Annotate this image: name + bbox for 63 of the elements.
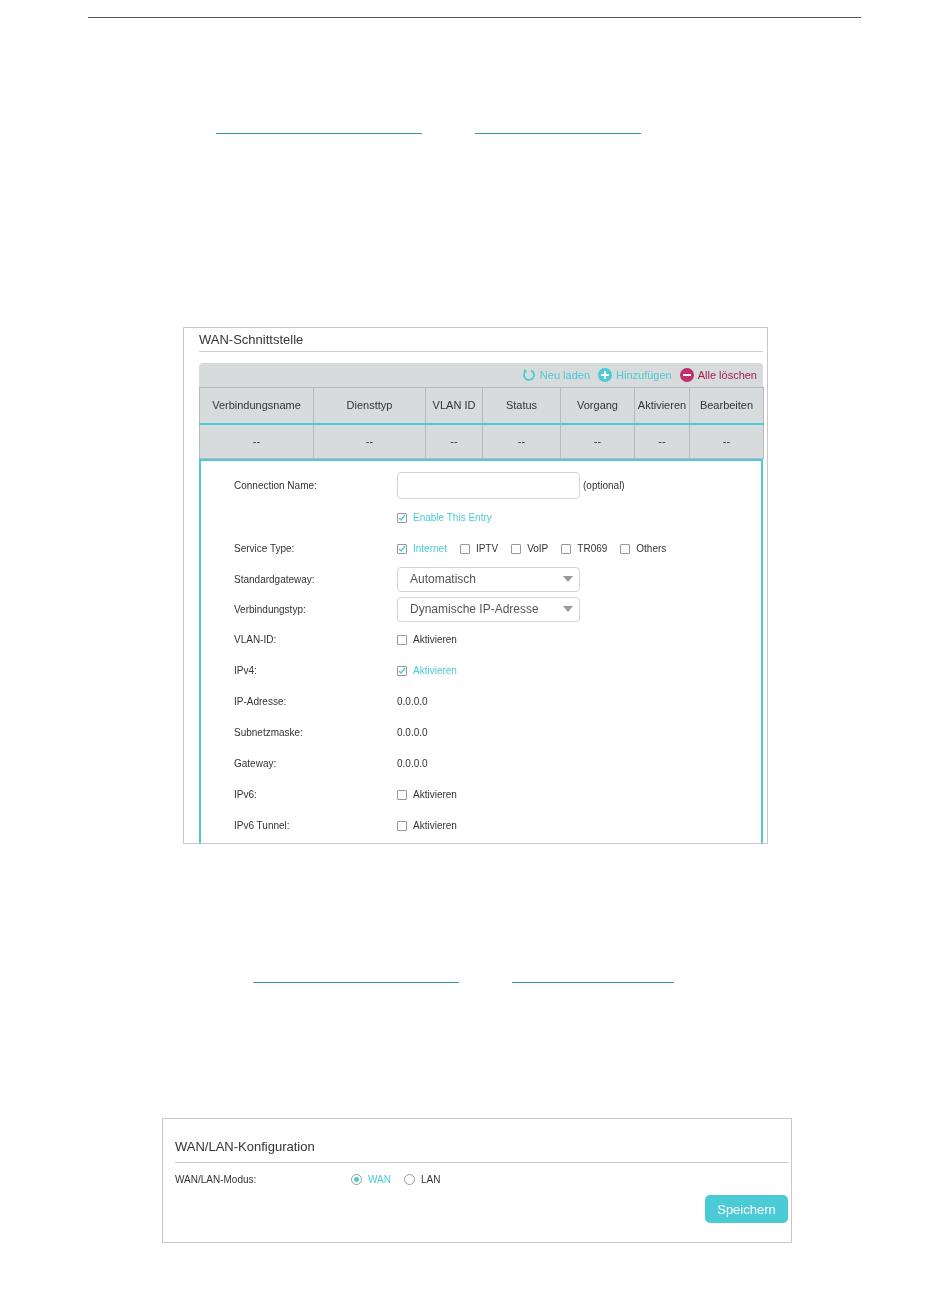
checkbox-label: Enable This Entry	[413, 512, 492, 523]
checkbox[interactable]	[397, 634, 407, 645]
field-value: 0.0.0.0	[397, 758, 428, 769]
column-header: Status	[482, 387, 561, 424]
delete-button[interactable]: Alle löschen	[679, 368, 757, 382]
table-cell: --	[313, 423, 426, 459]
field-label: Verbindungstyp:	[234, 603, 307, 615]
panel-title: WAN-Schnittstelle	[199, 328, 763, 352]
checkbox-label: VoIP	[527, 543, 549, 554]
column-header: Vorgang	[560, 387, 635, 424]
table-cell: --	[482, 423, 561, 459]
checkbox[interactable]	[397, 512, 407, 523]
table-cell: --	[425, 423, 483, 459]
field-label: WAN/LAN-Modus:	[175, 1173, 258, 1185]
checkbox-label: Internet	[413, 543, 447, 554]
field-value: 0.0.0.0	[397, 696, 428, 707]
field-value: 0.0.0.0	[397, 727, 428, 738]
radio-label: LAN	[420, 1173, 441, 1185]
checkbox-label: Others	[636, 543, 667, 554]
panel-title: WAN/LAN-Konfiguration	[175, 1135, 789, 1163]
column-header: Bearbeiten	[689, 387, 764, 424]
table-cell: --	[199, 423, 314, 459]
dropdown[interactable]: Automatisch	[397, 566, 580, 592]
dropdown[interactable]: Dynamische IP-Adresse	[397, 596, 580, 622]
checkbox-label: Aktivieren	[413, 665, 457, 676]
column-header: VLAN ID	[425, 387, 483, 424]
column-header: Diensttyp	[313, 387, 426, 424]
caret-icon	[563, 606, 573, 612]
field-label: Gateway:	[234, 758, 278, 769]
field-label: Subnetzmaske:	[234, 727, 304, 738]
minus-icon	[679, 368, 694, 382]
connection-name-field[interactable]	[397, 472, 580, 499]
column-header: Aktivieren	[634, 387, 690, 424]
column-header: Verbindungsname	[199, 387, 314, 424]
checkbox[interactable]	[397, 820, 407, 831]
field-label: Standardgateway:	[234, 573, 316, 585]
table-cell: --	[689, 423, 764, 459]
caret-icon	[563, 576, 573, 582]
field-label: IPv6:	[234, 789, 258, 800]
optional-note: (optional)	[583, 480, 625, 491]
table-cell: --	[560, 423, 635, 459]
field-label: IPv4:	[234, 665, 258, 676]
field-label: VLAN-ID:	[234, 634, 278, 645]
reload-icon	[521, 368, 536, 382]
checkbox[interactable]	[397, 665, 407, 676]
field-label: IPv6 Tunnel:	[234, 820, 291, 831]
table-cell: --	[634, 423, 690, 459]
checkbox-label: IPTV	[475, 543, 499, 554]
checkbox[interactable]	[459, 543, 470, 554]
field-label: Connection Name:	[234, 480, 318, 491]
checkbox[interactable]	[397, 789, 407, 800]
checkbox[interactable]	[561, 543, 572, 554]
radio-label: WAN	[368, 1173, 391, 1185]
checkbox-label: Aktivieren	[413, 789, 457, 800]
plus-icon	[598, 368, 612, 382]
checkbox-label: Aktivieren	[413, 820, 457, 831]
checkbox[interactable]	[511, 543, 522, 554]
checkbox[interactable]	[397, 543, 407, 554]
field-label: IP-Adresse:	[234, 696, 288, 707]
checkbox-label: Aktivieren	[413, 634, 457, 645]
checkbox[interactable]	[620, 543, 631, 554]
field-label: Service Type:	[234, 543, 296, 554]
checkbox-label: TR069	[577, 543, 608, 554]
